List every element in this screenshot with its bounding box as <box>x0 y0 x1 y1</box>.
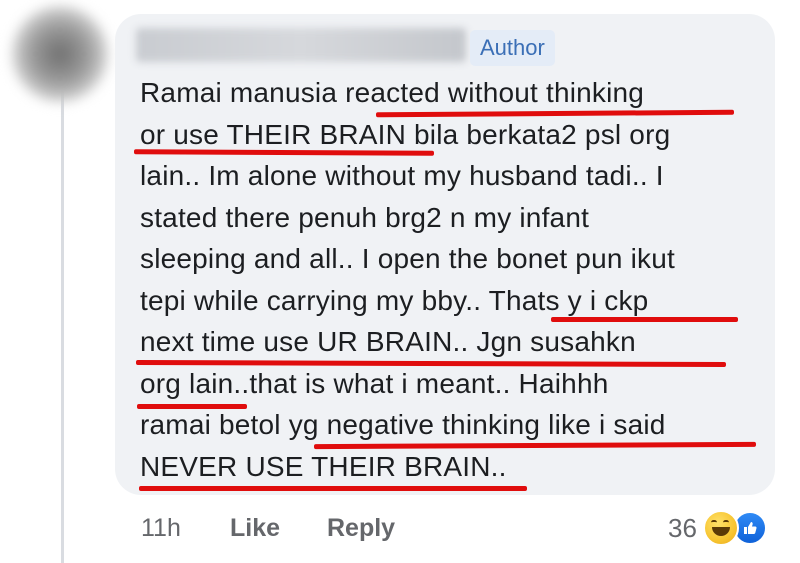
red-underline <box>139 486 527 491</box>
red-underline <box>551 317 738 322</box>
comment-line: next time use UR BRAIN.. Jgn susahkn <box>140 326 636 357</box>
comment-line: Ramai manusia reacted without thinking <box>140 77 645 108</box>
comment-line: NEVER USE THEIR BRAIN.. <box>140 450 507 482</box>
author-name-redacted[interactable] <box>136 28 466 62</box>
like-button[interactable]: Like <box>230 511 280 545</box>
comment-screenshot: Author Ramai manusia reacted without thi… <box>0 0 800 563</box>
author-badge: Author <box>470 30 555 66</box>
comment-line: lain.. Im alone without my husband tadi.… <box>140 160 664 191</box>
red-underline <box>137 404 247 409</box>
comment-line: ramai betol yg negative thinking like i … <box>140 409 666 440</box>
thread-line <box>61 90 64 563</box>
reactions-summary[interactable]: 36 <box>668 507 767 549</box>
comment-line: org lain..that is what i meant.. Haihhh <box>140 367 609 399</box>
comment-line: stated there penuh brg2 n my infant <box>140 201 590 233</box>
reaction-count: 36 <box>668 512 697 543</box>
comment-text: Ramai manusia reacted without thinking o… <box>140 72 770 487</box>
timestamp[interactable]: 11h <box>141 511 181 545</box>
haha-icon <box>702 510 739 546</box>
comment-line: sleeping and all.. I open the bonet pun … <box>140 243 675 274</box>
avatar[interactable] <box>12 6 108 102</box>
comment-line: tepi while carrying my bby.. Thats y i c… <box>140 284 649 316</box>
reply-button[interactable]: Reply <box>327 511 395 545</box>
